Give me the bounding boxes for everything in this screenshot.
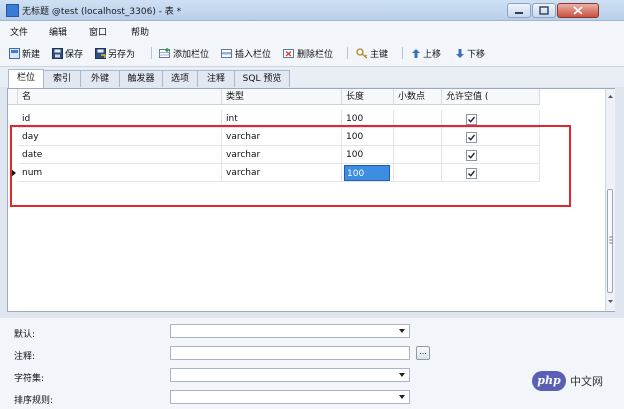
new-label: 新建 <box>22 49 41 60</box>
chevron-down-icon <box>399 373 405 377</box>
tab-indexes[interactable]: 索引 <box>43 70 81 87</box>
minimize-icon <box>515 12 523 14</box>
collation-dropdown[interactable] <box>170 390 410 404</box>
menu-window[interactable]: 窗口 <box>89 25 107 38</box>
maximize-button[interactable] <box>532 3 556 18</box>
scroll-up-icon[interactable] <box>606 92 615 102</box>
toolbar: 新建 保存 另存为 添加栏位 插入栏位 删除栏位 主键 上移 下移 <box>0 40 624 67</box>
charset-label: 字符集: <box>14 374 45 384</box>
column-header-decimals[interactable]: 小数点 <box>394 89 442 105</box>
scroll-down-icon[interactable] <box>606 297 615 307</box>
php-logo: php <box>532 371 566 391</box>
row-header-corner <box>8 89 18 105</box>
chevron-down-icon <box>399 329 405 333</box>
primary-key-button[interactable]: 主键 <box>356 46 388 60</box>
maximize-icon <box>539 6 549 15</box>
primary-key-label: 主键 <box>370 49 389 60</box>
delete-field-button[interactable]: 删除栏位 <box>283 46 333 60</box>
checkmark-icon <box>468 116 476 123</box>
window-title: 无标题 @test (localhost_3306) - 表 * <box>22 7 182 17</box>
tab-fields[interactable]: 栏位 <box>8 69 44 88</box>
move-down-label: 下移 <box>467 49 486 60</box>
default-label: 默认: <box>14 330 36 340</box>
delete-field-label: 删除栏位 <box>297 49 334 60</box>
tab-comments[interactable]: 注释 <box>197 70 235 87</box>
toolbar-separator <box>347 47 348 59</box>
save-icon <box>52 47 63 59</box>
delete-field-icon <box>283 48 294 58</box>
menu-file[interactable]: 文件 <box>10 25 28 38</box>
save-as-button[interactable]: 另存为 <box>95 46 135 60</box>
move-up-button[interactable]: 上移 <box>411 46 441 60</box>
tab-options[interactable]: 选项 <box>162 70 198 87</box>
nullable-checkbox[interactable] <box>466 114 477 125</box>
add-field-button[interactable]: 添加栏位 <box>159 46 209 60</box>
grid-vertical-scrollbar[interactable] <box>605 89 615 311</box>
comment-input[interactable] <box>170 346 410 360</box>
close-button[interactable] <box>557 3 599 18</box>
save-button[interactable]: 保存 <box>52 46 83 60</box>
grip-icon <box>609 236 613 244</box>
column-header-nullable[interactable]: 允许空值 ( <box>442 89 540 105</box>
menu-edit[interactable]: 编辑 <box>49 25 67 38</box>
new-icon <box>9 47 20 59</box>
field-properties-panel: 默认: 注释: ... 字符集: 排序规则: <box>0 318 624 409</box>
save-as-icon <box>95 47 106 59</box>
tab-triggers[interactable]: 触发器 <box>119 70 163 87</box>
menu-bar: 文件 编辑 窗口 帮助 <box>0 21 624 40</box>
insert-field-button[interactable]: 插入栏位 <box>221 46 271 60</box>
insert-field-icon <box>221 48 232 58</box>
column-header-length[interactable]: 长度 <box>342 89 394 105</box>
arrow-up-icon <box>412 48 420 58</box>
close-icon <box>573 6 583 15</box>
minimize-button[interactable] <box>507 3 531 18</box>
column-header-name[interactable]: 名 <box>18 89 222 105</box>
comment-label: 注释: <box>14 352 36 362</box>
app-icon <box>6 4 19 17</box>
key-icon <box>356 47 368 59</box>
chevron-down-icon <box>399 395 405 399</box>
insert-field-label: 插入栏位 <box>235 49 272 60</box>
highlight-annotation-box <box>10 125 571 207</box>
move-down-button[interactable]: 下移 <box>455 46 485 60</box>
toolbar-separator <box>151 47 152 59</box>
column-header-type[interactable]: 类型 <box>222 89 342 105</box>
php-watermark: php 中文网 <box>532 371 603 391</box>
new-button[interactable]: 新建 <box>9 46 40 60</box>
tab-bar: 栏位 索引 外键 触发器 选项 注释 SQL 预览 <box>0 67 624 88</box>
charset-dropdown[interactable] <box>170 368 410 382</box>
add-field-label: 添加栏位 <box>173 49 210 60</box>
scrollbar-thumb[interactable] <box>607 189 613 293</box>
collation-label: 排序规则: <box>14 396 54 406</box>
save-as-label: 另存为 <box>108 49 136 60</box>
add-field-icon <box>159 47 170 58</box>
save-label: 保存 <box>65 49 84 60</box>
move-up-label: 上移 <box>423 49 442 60</box>
toolbar-separator <box>402 47 403 59</box>
comment-expand-button[interactable]: ... <box>416 346 430 360</box>
title-bar: 无标题 @test (localhost_3306) - 表 * <box>0 0 624 21</box>
tab-foreign-keys[interactable]: 外键 <box>80 70 120 87</box>
watermark-text: 中文网 <box>570 375 603 388</box>
tab-sql-preview[interactable]: SQL 预览 <box>234 70 290 87</box>
menu-help[interactable]: 帮助 <box>131 25 149 38</box>
default-dropdown[interactable] <box>170 324 410 338</box>
arrow-down-icon <box>456 48 464 58</box>
